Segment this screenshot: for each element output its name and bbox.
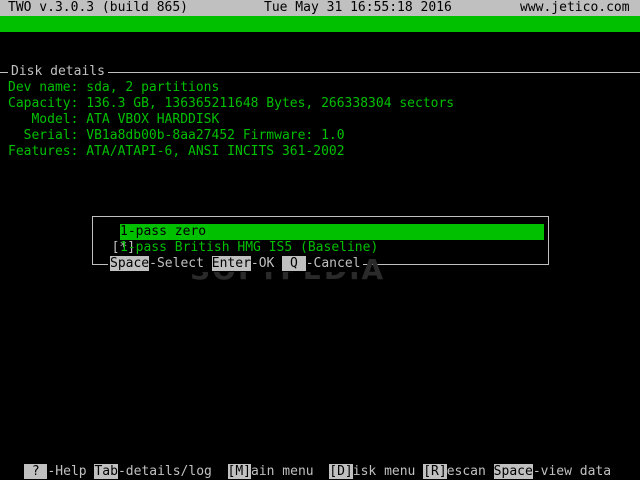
detail-label: Capacity: [8,96,79,111]
main-menu-key[interactable]: [M] [227,464,251,479]
disk-menu-label: isk menu [352,464,424,479]
app-version: TWO v.3.0.3 (build 865) [8,0,189,15]
detail-label: Model: [8,112,79,127]
cancel-label: -Cancel [305,256,361,271]
detail-row-features: Features: ATA/ATAPI-6, ANSI INCITS 361-2… [8,144,345,160]
website: www.jetico.com [520,0,630,15]
detail-value: ATA/ATAPI-6, ANSI INCITS 361-2002 [86,144,345,159]
wipe-option-label[interactable]: 1-pass zero [120,224,206,240]
datetime: Tue May 31 16:55:18 2016 [264,0,452,15]
detail-value: ATA VBOX HARDDISK [86,112,220,127]
main-menu-label: ain menu [251,464,330,479]
view-data-label: -view data [532,464,612,479]
detail-row-dev-name: Dev name: sda, 2 partitions [8,80,219,96]
view-data-key[interactable]: Space [493,464,533,479]
tab-key[interactable]: Tab [94,464,118,479]
select-label: -Select [149,256,212,271]
dialog-footer: Space-Select Enter-OK Q -Cancel [108,256,363,272]
disk-menu-key[interactable]: [D] [329,464,353,479]
detail-label: Serial: [8,128,79,143]
q-key[interactable]: Q [282,256,306,271]
detail-label: Features: [8,144,79,159]
rescan-key[interactable]: [R] [423,464,447,479]
detail-row-serial: Serial: VB1a8db00b-8aa27452 Firmware: 1.… [8,128,345,144]
section-title: Disk details [8,64,108,80]
dialog-top-border [92,216,548,217]
disk-list-item[interactable]: 1 136.3 GB VBOX HARDDISK [0,16,640,63]
disk-description: 136.3 GB VBOX HARDDISK [72,48,245,63]
title-bar: TWO v.3.0.3 (build 865) Tue May 31 16:55… [0,0,640,16]
detail-row-model: Model: ATA VBOX HARDDISK [8,112,219,128]
rescan-label: escan [446,464,494,479]
detail-value: 136.3 GB, 136365211648 Bytes, 266338304 … [86,96,455,111]
space-key[interactable]: Space [110,256,150,271]
enter-key[interactable]: Enter [211,256,251,271]
disk-index: 1 [16,32,24,47]
details-log-label: -details/log [117,464,228,479]
detail-label: Dev name: [8,80,79,95]
dialog-left-border [92,216,93,264]
help-label: -Help [47,464,95,479]
help-key[interactable]: ? [24,464,48,479]
detail-row-capacity: Capacity: 136.3 GB, 136365211648 Bytes, … [8,96,454,112]
dialog-right-border [548,216,549,264]
detail-value: sda, 2 partitions [86,80,220,95]
ok-label: -OK [250,256,283,271]
detail-value: VB1a8db00b-8aa27452 Firmware: 1.0 [86,128,345,143]
status-bar: ? -Help Tab-details/log [M]ain menu [D]i… [24,464,611,480]
